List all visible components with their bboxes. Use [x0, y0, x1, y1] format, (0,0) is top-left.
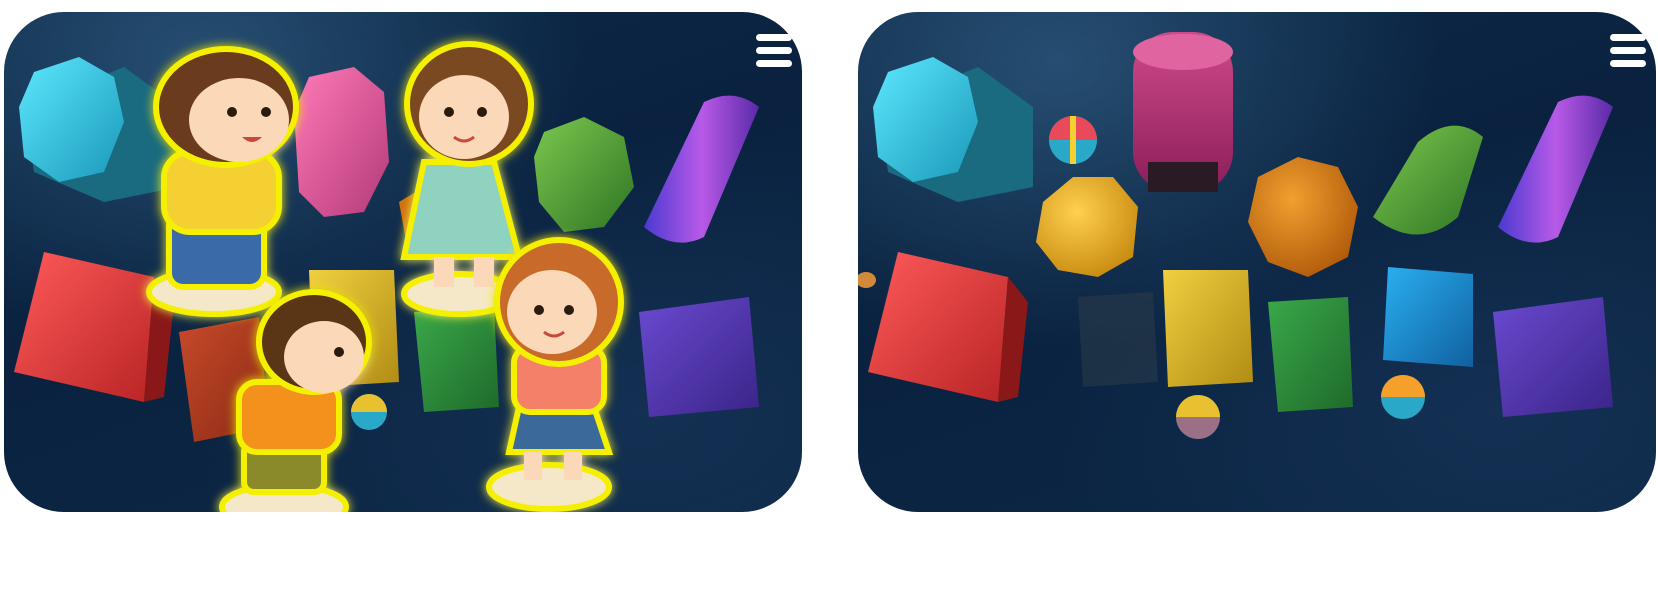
child-girl-yellow-shirt[interactable]	[146, 46, 299, 317]
hamburger-menu-icon-bar	[756, 47, 792, 54]
children-layer	[146, 41, 624, 512]
pink-cylinder-toy[interactable]	[1133, 32, 1233, 192]
violet-cube-toy[interactable]	[1493, 297, 1613, 417]
left-game-panel	[4, 12, 802, 512]
beach-ball-toy-2[interactable]	[1176, 395, 1220, 439]
small-figure-toy[interactable]	[858, 272, 876, 288]
blue-cube-toy[interactable]	[1383, 267, 1473, 367]
hamburger-menu-icon	[1610, 34, 1646, 41]
child-boy-orange-shirt[interactable]	[219, 289, 372, 512]
menu-button[interactable]	[1606, 28, 1650, 72]
hamburger-menu-icon-bar	[1610, 60, 1646, 67]
red-cube-toy[interactable]	[868, 252, 1028, 402]
green-cylinder-toy[interactable]	[1373, 125, 1483, 235]
orange-cylinder-toy[interactable]	[1248, 157, 1358, 277]
beach-ball-toy[interactable]	[1049, 116, 1097, 164]
yellow-cube-toy[interactable]	[1163, 270, 1253, 387]
green-cube-toy[interactable]	[1268, 297, 1353, 412]
faded-cube-toy[interactable]	[1078, 292, 1158, 387]
right-toy-scene	[858, 32, 1613, 439]
hamburger-menu-icon	[756, 34, 792, 41]
beach-ball-toy-3[interactable]	[1381, 375, 1425, 419]
gold-cylinder-toy[interactable]	[1036, 177, 1138, 277]
hamburger-menu-icon-bar	[756, 60, 792, 67]
child-girl-salmon-shirt[interactable]	[486, 237, 624, 512]
cyan-cylinder-toy[interactable]	[873, 57, 1033, 202]
purple-cylinder-toy[interactable]	[1498, 95, 1613, 243]
right-game-panel	[858, 12, 1656, 512]
hamburger-menu-icon-bar	[1610, 47, 1646, 54]
menu-button[interactable]	[752, 28, 796, 72]
